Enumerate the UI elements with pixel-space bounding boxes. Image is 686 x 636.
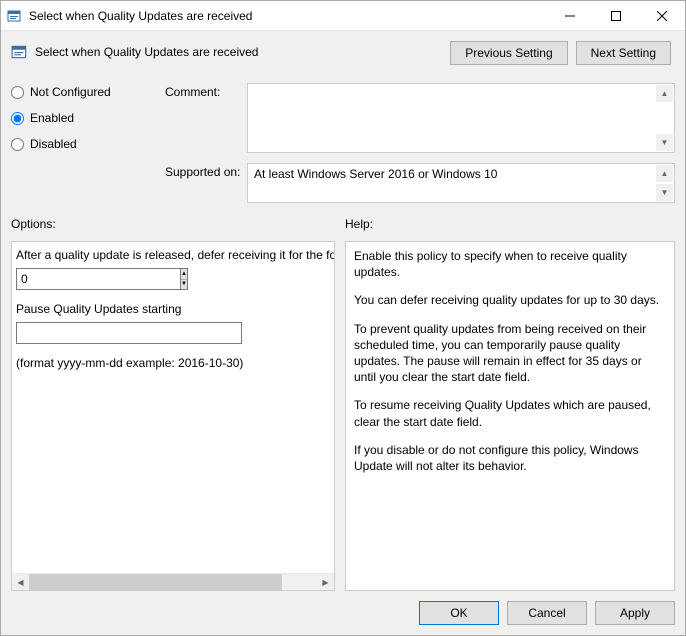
dialog-footer: OK Cancel Apply — [11, 591, 675, 625]
help-text: Enable this policy to specify when to re… — [354, 248, 666, 280]
help-text: To resume receiving Quality Updates whic… — [354, 397, 666, 429]
supported-on-box: At least Windows Server 2016 or Windows … — [247, 163, 675, 203]
options-panel: After a quality update is released, defe… — [11, 241, 335, 591]
radio-label: Enabled — [30, 111, 74, 125]
scroll-up-icon[interactable]: ▲ — [656, 85, 673, 102]
pause-start-label: Pause Quality Updates starting — [16, 302, 328, 316]
config-row: Not Configured Enabled Disabled Comment:… — [11, 83, 675, 203]
help-text: To prevent quality updates from being re… — [354, 321, 666, 386]
titlebar: Select when Quality Updates are received — [1, 1, 685, 31]
next-setting-button[interactable]: Next Setting — [576, 41, 671, 65]
scroll-down-icon[interactable]: ▼ — [656, 184, 673, 201]
radio-not-configured[interactable]: Not Configured — [11, 85, 161, 99]
policy-icon — [11, 43, 29, 61]
dialog-window: Select when Quality Updates are received — [0, 0, 686, 636]
cancel-button[interactable]: Cancel — [507, 601, 587, 625]
scroll-up-icon[interactable]: ▲ — [656, 165, 673, 182]
supported-on-label: Supported on: — [165, 163, 243, 179]
comment-textarea[interactable]: ▲ ▼ — [247, 83, 675, 153]
supported-on-text: At least Windows Server 2016 or Windows … — [254, 167, 497, 181]
header-row: Select when Quality Updates are received… — [11, 39, 675, 65]
scroll-left-icon[interactable]: ◀ — [12, 574, 29, 590]
policy-icon — [7, 8, 23, 24]
apply-button[interactable]: Apply — [595, 601, 675, 625]
help-text: If you disable or do not configure this … — [354, 442, 666, 474]
defer-days-label: After a quality update is released, defe… — [16, 248, 328, 262]
radio-disabled-input[interactable] — [11, 138, 24, 151]
scrollbar-thumb[interactable] — [29, 574, 282, 590]
help-label: Help: — [345, 217, 675, 231]
options-label: Options: — [11, 217, 335, 231]
maximize-button[interactable] — [593, 1, 639, 30]
radio-enabled-input[interactable] — [11, 112, 24, 125]
format-hint: (format yyyy-mm-dd example: 2016-10-30) — [16, 356, 328, 370]
help-text: You can defer receiving quality updates … — [354, 292, 666, 308]
help-panel: Enable this policy to specify when to re… — [345, 241, 675, 591]
defer-days-input[interactable] — [16, 268, 180, 290]
previous-setting-button[interactable]: Previous Setting — [450, 41, 567, 65]
dialog-body: Select when Quality Updates are received… — [1, 31, 685, 635]
comment-label: Comment: — [165, 83, 243, 99]
radio-label: Disabled — [30, 137, 77, 151]
pause-start-input[interactable] — [16, 322, 242, 344]
window-title: Select when Quality Updates are received — [29, 9, 547, 23]
window-controls — [547, 1, 685, 30]
header-subtitle: Select when Quality Updates are received — [35, 45, 258, 59]
radio-not-configured-input[interactable] — [11, 86, 24, 99]
close-button[interactable] — [639, 1, 685, 30]
scroll-right-icon[interactable]: ▶ — [317, 574, 334, 590]
radio-enabled[interactable]: Enabled — [11, 111, 161, 125]
defer-days-spinner[interactable]: ▲ ▼ — [16, 268, 132, 290]
radio-label: Not Configured — [30, 85, 111, 99]
spinner-down-icon[interactable]: ▼ — [181, 280, 187, 290]
ok-button[interactable]: OK — [419, 601, 499, 625]
scroll-down-icon[interactable]: ▼ — [656, 134, 673, 151]
minimize-button[interactable] — [547, 1, 593, 30]
options-h-scrollbar[interactable]: ◀ ▶ — [12, 573, 334, 590]
state-radios: Not Configured Enabled Disabled — [11, 83, 161, 203]
radio-disabled[interactable]: Disabled — [11, 137, 161, 151]
spinner-up-icon[interactable]: ▲ — [181, 269, 187, 280]
